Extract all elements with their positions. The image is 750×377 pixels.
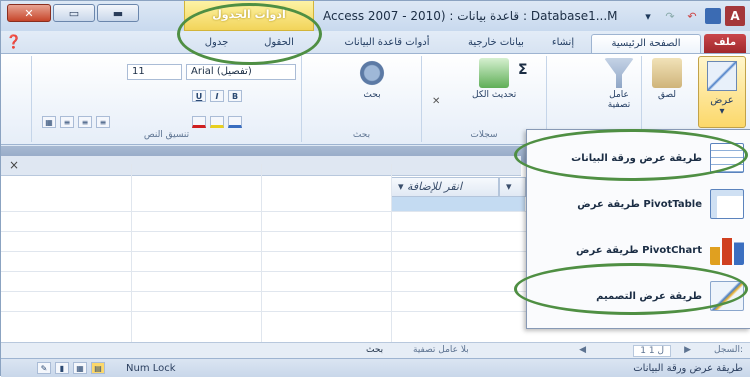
column-dropdown-icon[interactable]: ▾: [398, 180, 404, 193]
ribbon-tabs: ملف الصفحة الرئيسية إنشاء بيانات خارجية …: [1, 31, 750, 53]
find-label: بحث: [363, 90, 381, 100]
font-name-select[interactable]: Arial (تفصيل): [186, 64, 296, 80]
column-header-id[interactable]: ▾: [499, 177, 526, 197]
grid-line: [1, 311, 526, 312]
find-button[interactable]: بحث: [357, 58, 387, 100]
font-color-icon[interactable]: [192, 116, 206, 128]
find-group: بحث بحث: [301, 56, 421, 142]
quick-access-toolbar: ▾ ↷ ↶ A: [639, 6, 745, 26]
pivottable-icon: [710, 189, 744, 219]
text-group-label: تنسيق النص: [143, 130, 190, 140]
access-app-icon[interactable]: A: [725, 6, 745, 26]
view-status-text: طريقة عرض ورقة البيانات: [633, 363, 743, 374]
totals-button[interactable]: Σ: [518, 62, 528, 78]
column-header-add[interactable]: ▾ انقر للإضافة: [391, 177, 499, 197]
pivotchart-small-icon[interactable]: ▮: [55, 362, 69, 374]
align-center-icon[interactable]: ≡: [78, 116, 92, 128]
delete-icon: ✕: [432, 96, 441, 107]
text-formatting-group: 11 Arial (تفصيل) U I B ▦ ≡ ≡ ≡ تنسيق الن…: [31, 56, 301, 142]
menu-item-label: طريقة عرض PivotTable: [577, 198, 702, 210]
view-label: عرض: [710, 95, 734, 106]
highlight-oval-table-tools: [177, 3, 322, 65]
pivotchart-icon: [710, 238, 744, 265]
id-column-dropdown-icon[interactable]: ▾: [506, 180, 512, 193]
highlight-oval-datasheet: [514, 129, 748, 181]
view-switcher: ✎ ▮ ▦ ▤: [37, 362, 105, 374]
access-window: ✕ ▭ ▬ أدوات الجدول Access 2007 - 2010) :…: [0, 0, 750, 377]
record-navigation-bar: السجل: ▶ 1 ل 1 ◀ بلا عامل تصفية بحث: [1, 342, 750, 358]
redo-icon[interactable]: ↷: [661, 7, 679, 25]
qat-dropdown-icon[interactable]: ▾: [639, 7, 657, 25]
window-title: Access 2007 - 2010) : قاعدة بيانات : Dat…: [323, 9, 618, 23]
status-bar: طريقة عرض ورقة البيانات Num Lock ✎ ▮ ▦ ▤: [1, 358, 750, 377]
num-lock-indicator: Num Lock: [126, 363, 176, 374]
search-field[interactable]: بحث: [366, 345, 383, 355]
datasheet-small-icon[interactable]: ▤: [91, 362, 105, 374]
restore-button[interactable]: ▭: [53, 4, 95, 22]
view-dropdown-icon: ▾: [719, 106, 725, 117]
tab-create[interactable]: إنشاء: [539, 34, 587, 53]
refresh-all-button[interactable]: تحديث الكل: [472, 58, 516, 100]
grid-line: [1, 291, 526, 292]
record-next-button[interactable]: ▶: [684, 345, 691, 355]
grid-line: [1, 271, 526, 272]
design-view-small-icon[interactable]: ✎: [37, 362, 51, 374]
filter-button[interactable]: عامل تصفية: [597, 58, 641, 110]
italic-button[interactable]: I: [210, 90, 224, 102]
menu-item-pivottable-view[interactable]: طريقة عرض PivotTable: [527, 181, 750, 227]
filter-label: عامل تصفية: [607, 90, 631, 110]
close-button[interactable]: ✕: [7, 4, 51, 22]
paste-button[interactable]: لصق: [652, 58, 682, 100]
grid-line: [261, 164, 262, 342]
refresh-icon: [479, 58, 510, 88]
selected-row[interactable]: [391, 197, 525, 211]
record-label: السجل:: [714, 345, 743, 355]
align-row: ▦ ≡ ≡ ≡: [42, 116, 110, 128]
color-row: [192, 116, 242, 128]
tab-database-tools[interactable]: أدوات قاعدة البيانات: [321, 34, 453, 53]
align-right-icon[interactable]: ≡: [96, 116, 110, 128]
design-ruler-icon: [707, 61, 737, 91]
grid-line: [1, 231, 526, 232]
paste-label: لصق: [657, 90, 677, 100]
grid-line: [131, 164, 132, 342]
pivottable-small-icon[interactable]: ▦: [73, 362, 87, 374]
menu-item-label: طريقة عرض PivotChart: [576, 244, 702, 256]
undo-icon[interactable]: ↶: [683, 7, 701, 25]
highlight-icon[interactable]: [210, 116, 224, 128]
grid-line: [1, 251, 526, 252]
click-to-add-label: انقر للإضافة: [407, 180, 463, 193]
align-left-icon[interactable]: ≡: [60, 116, 74, 128]
bold-button[interactable]: B: [228, 90, 242, 102]
find-group-label: بحث: [352, 130, 371, 140]
record-position-field[interactable]: 1 ل 1: [633, 345, 671, 357]
save-icon[interactable]: [705, 8, 721, 24]
close-table-icon[interactable]: ×: [9, 158, 19, 172]
grid-line: [1, 211, 526, 212]
style-row: U I B: [192, 90, 242, 102]
window-controls: ✕ ▭ ▬: [7, 4, 139, 22]
tab-file[interactable]: ملف: [704, 34, 746, 53]
paste-icon: [652, 58, 682, 88]
highlight-oval-design: [514, 263, 748, 315]
title-bar: ✕ ▭ ▬ أدوات الجدول Access 2007 - 2010) :…: [1, 1, 750, 31]
grid-line: [391, 164, 392, 342]
tab-external-data[interactable]: بيانات خارجية: [456, 34, 536, 53]
font-row: 11 Arial (تفصيل): [127, 64, 296, 80]
font-size-select[interactable]: 11: [127, 64, 182, 80]
refresh-label: تحديث الكل: [472, 90, 517, 100]
underline-button[interactable]: U: [192, 90, 206, 102]
delete-record-button[interactable]: ✕: [432, 96, 440, 107]
record-first-button[interactable]: ◀: [579, 345, 586, 355]
tab-home[interactable]: الصفحة الرئيسية: [591, 34, 701, 53]
fill-color-icon[interactable]: [228, 116, 242, 128]
filter-icon: [604, 58, 634, 88]
sigma-icon: Σ: [518, 62, 528, 78]
gridlines-icon[interactable]: ▦: [42, 116, 56, 128]
binoculars-icon: [357, 58, 387, 88]
view-button[interactable]: عرض ▾: [698, 56, 746, 128]
filter-status[interactable]: بلا عامل تصفية: [413, 345, 469, 355]
help-icon[interactable]: ❓: [5, 34, 23, 53]
minimize-button[interactable]: ▬: [97, 4, 139, 22]
